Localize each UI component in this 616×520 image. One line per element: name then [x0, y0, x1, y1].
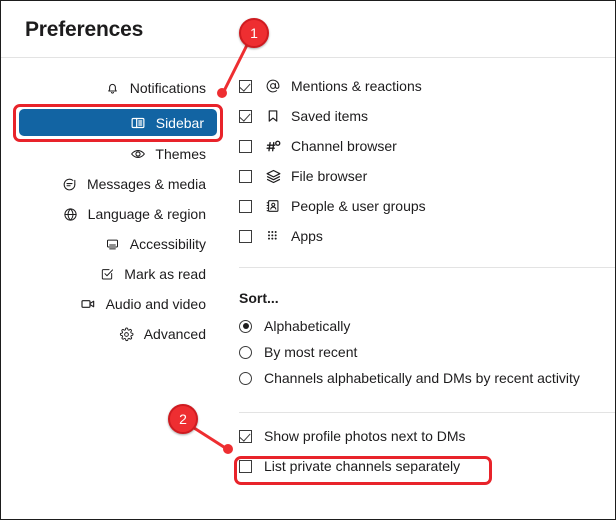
sidebar-item-label: Messages & media: [87, 176, 206, 192]
sidebar-item-sidebar[interactable]: Sidebar: [19, 109, 217, 136]
sidebar-item-label: Themes: [155, 146, 206, 162]
sort-option-alphabetically[interactable]: Alphabetically: [239, 313, 616, 339]
spacer: [239, 391, 616, 412]
option-mentions-reactions[interactable]: Mentions & reactions: [239, 71, 616, 101]
eye-icon: [129, 146, 146, 163]
section-divider-sort: [239, 267, 616, 268]
option-label: Show profile photos next to DMs: [264, 428, 466, 444]
sidebar-item-audio-video[interactable]: Audio and video: [1, 289, 223, 319]
option-label: Apps: [291, 228, 323, 244]
sort-option-label: By most recent: [264, 344, 357, 360]
radio-button[interactable]: [239, 346, 252, 359]
sidebar-item-messages-media[interactable]: Messages & media: [1, 169, 223, 199]
sidebar-item-accessibility[interactable]: Accessibility: [1, 229, 223, 259]
show-profile-photos-row[interactable]: Show profile photos next to DMs: [239, 421, 616, 451]
spacer: [239, 251, 616, 267]
layers-icon: [264, 167, 282, 185]
option-label: List private channels separately: [264, 458, 460, 474]
checkbox[interactable]: [239, 140, 252, 153]
grid-dots-icon: [264, 227, 282, 245]
preferences-window: Preferences Notifications Themes: [0, 0, 616, 520]
option-saved-items[interactable]: Saved items: [239, 101, 616, 131]
option-people-user-groups[interactable]: People & user groups: [239, 191, 616, 221]
video-camera-icon: [80, 296, 97, 313]
sidebar-item-label: Mark as read: [124, 266, 206, 282]
checkbox[interactable]: [239, 110, 252, 123]
list-private-channels-row[interactable]: List private channels separately: [239, 451, 616, 481]
bell-icon: [104, 80, 121, 97]
radio-button[interactable]: [239, 320, 252, 333]
sidebar-item-label: Accessibility: [130, 236, 206, 252]
checkbox[interactable]: [239, 170, 252, 183]
settings-sidebar-nav: Notifications Themes Messages: [1, 73, 223, 349]
option-label: People & user groups: [291, 198, 426, 214]
contact-card-icon: [264, 197, 282, 215]
sidebar-item-language-region[interactable]: Language & region: [1, 199, 223, 229]
spacer: [239, 413, 616, 421]
sidebar-item-notifications[interactable]: Notifications: [1, 73, 223, 103]
sidebar-item-label: Advanced: [144, 326, 206, 342]
check-square-icon: [98, 266, 115, 283]
option-apps[interactable]: Apps: [239, 221, 616, 251]
globe-icon: [62, 206, 79, 223]
accessibility-icon: [104, 236, 121, 253]
option-label: Mentions & reactions: [291, 78, 422, 94]
checkbox[interactable]: [239, 230, 252, 243]
sort-option-channels-alpha-dms-recent[interactable]: Channels alphabetically and DMs by recen…: [239, 365, 616, 391]
window-header: Preferences: [1, 1, 616, 58]
sidebar-item-advanced[interactable]: Advanced: [1, 319, 223, 349]
option-label: File browser: [291, 168, 367, 184]
gear-icon: [118, 326, 135, 343]
sidebar-item-label: Sidebar: [156, 115, 204, 131]
sidebar-preferences-panel: Mentions & reactions Saved items: [239, 71, 616, 481]
sidebar-item-mark-as-read[interactable]: Mark as read: [1, 259, 223, 289]
checkbox[interactable]: [239, 80, 252, 93]
radio-button[interactable]: [239, 372, 252, 385]
callout-badge-2: 2: [168, 404, 198, 434]
option-file-browser[interactable]: File browser: [239, 161, 616, 191]
bookmark-icon: [264, 107, 282, 125]
checkbox[interactable]: [239, 460, 252, 473]
sort-option-label: Alphabetically: [264, 318, 350, 334]
page-title: Preferences: [25, 18, 143, 42]
sort-option-label: Channels alphabetically and DMs by recen…: [264, 370, 580, 386]
option-channel-browser[interactable]: Channel browser: [239, 131, 616, 161]
checkbox[interactable]: [239, 200, 252, 213]
sidebar-item-label: Notifications: [130, 80, 206, 96]
sidebar-item-label: Language & region: [88, 206, 206, 222]
message-icon: [61, 176, 78, 193]
sidebar-item-themes[interactable]: Themes: [1, 139, 223, 169]
sidebar-item-label: Audio and video: [106, 296, 206, 312]
checkbox[interactable]: [239, 430, 252, 443]
hash-search-icon: [264, 137, 282, 155]
option-label: Channel browser: [291, 138, 397, 154]
sidebar-icon: [130, 114, 147, 131]
option-label: Saved items: [291, 108, 368, 124]
at-icon: [264, 77, 282, 95]
sort-section-title: Sort...: [239, 290, 616, 306]
sort-option-by-most-recent[interactable]: By most recent: [239, 339, 616, 365]
